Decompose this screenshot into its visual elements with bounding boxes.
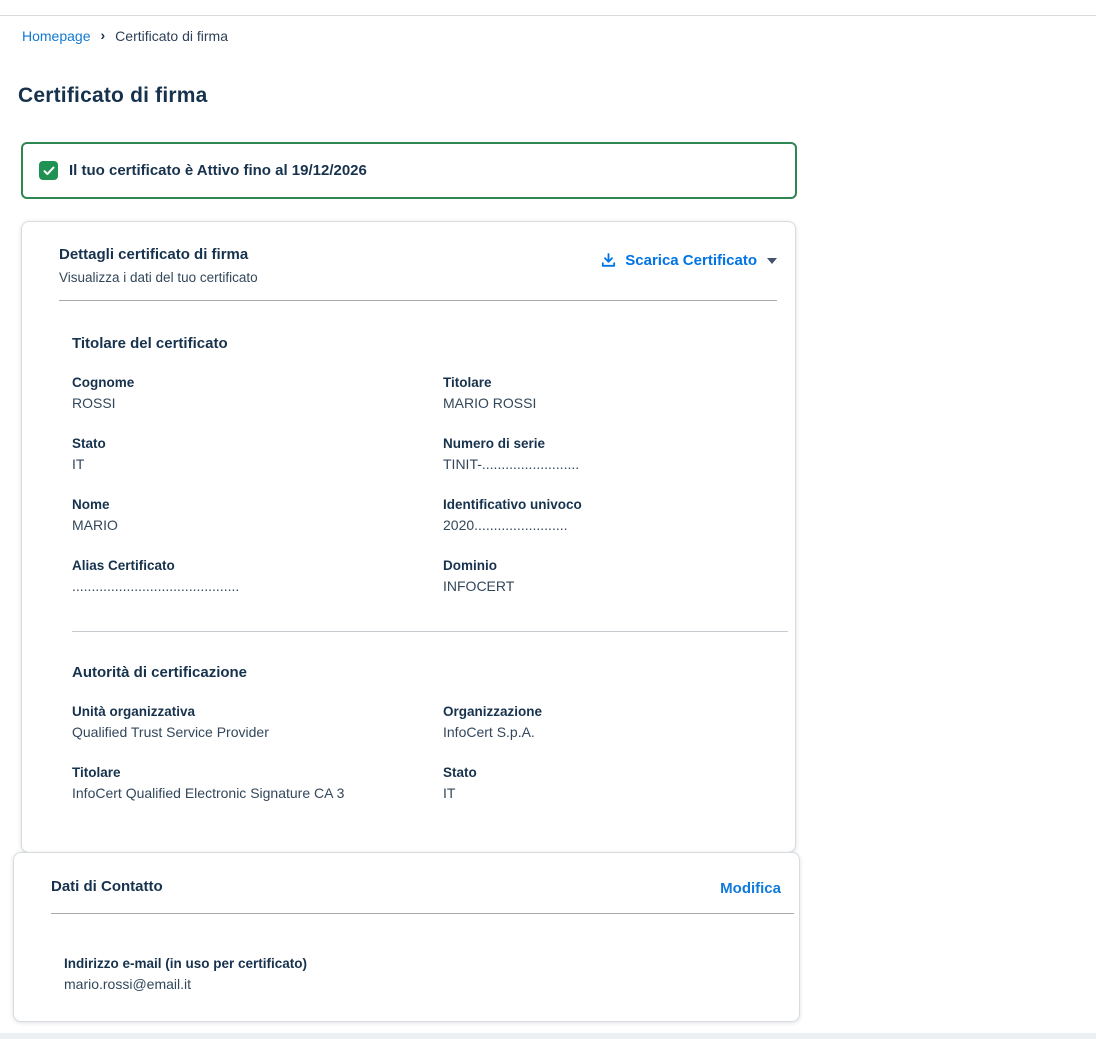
authority-section-title: Autorità di certificazione [72, 664, 787, 682]
field-autorita-titolare: Titolare InfoCert Qualified Electronic S… [72, 765, 443, 802]
authority-fields-grid: Unità organizzativa Qualified Trust Serv… [72, 704, 787, 802]
certificate-status-alert: Il tuo certificato è Attivo fino al 19/1… [21, 142, 797, 199]
chevron-right-icon: › [101, 27, 106, 43]
alert-message: Il tuo certificato è Attivo fino al 19/1… [69, 162, 367, 179]
top-divider [0, 15, 1096, 16]
field-alias-certificato: Alias Certificato ......................… [72, 558, 443, 595]
field-label: Unità organizzativa [72, 704, 443, 720]
field-label: Dominio [443, 558, 787, 574]
field-value: MARIO ROSSI [443, 395, 787, 412]
field-value: 2020........................ [443, 517, 787, 534]
field-value: IT [72, 456, 443, 473]
field-titolare: Titolare MARIO ROSSI [443, 375, 787, 412]
authority-section: Autorità di certificazione Unità organiz… [22, 664, 795, 802]
field-nome: Nome MARIO [72, 497, 443, 534]
field-value: ........................................… [72, 578, 443, 595]
check-icon [39, 161, 58, 180]
certificate-details-card: Dettagli certificato di firma Visualizza… [21, 221, 796, 853]
contact-card-title: Dati di Contatto [51, 878, 163, 896]
field-label: Stato [72, 436, 443, 452]
field-unita-organizzativa: Unità organizzativa Qualified Trust Serv… [72, 704, 443, 741]
page-bottom-band [0, 1033, 1096, 1039]
field-value: IT [443, 785, 787, 802]
field-organizzazione: Organizzazione InfoCert S.p.A. [443, 704, 787, 741]
download-icon [600, 252, 617, 269]
field-value: INFOCERT [443, 578, 787, 595]
field-cognome: Cognome ROSSI [72, 375, 443, 412]
details-card-header: Dettagli certificato di firma Visualizza… [22, 222, 795, 286]
breadcrumb-current: Certificato di firma [115, 28, 228, 44]
email-value: mario.rossi@email.it [64, 976, 799, 993]
contact-card-header: Dati di Contatto Modifica [14, 853, 799, 897]
breadcrumb: Homepage › Certificato di firma [22, 28, 1096, 44]
details-card-heading-group: Dettagli certificato di firma Visualizza… [59, 246, 258, 286]
edit-contact-link[interactable]: Modifica [720, 880, 781, 897]
field-label: Identificativo univoco [443, 497, 787, 513]
field-value: TINIT-......................... [443, 456, 787, 473]
page-title: Certificato di firma [18, 84, 1096, 108]
field-label: Cognome [72, 375, 443, 391]
field-label: Organizzazione [443, 704, 787, 720]
details-header-divider [59, 300, 777, 301]
field-dominio: Dominio INFOCERT [443, 558, 787, 595]
holder-section-title: Titolare del certificato [72, 335, 787, 353]
field-label: Titolare [72, 765, 443, 781]
details-card-subtitle: Visualizza i dati del tuo certificato [59, 270, 258, 286]
field-stato: Stato IT [72, 436, 443, 473]
download-certificate-button[interactable]: Scarica Certificato [600, 252, 777, 269]
field-identificativo-univoco: Identificativo univoco 2020.............… [443, 497, 787, 534]
field-value: MARIO [72, 517, 443, 534]
download-button-label: Scarica Certificato [625, 252, 757, 269]
email-field: Indirizzo e-mail (in uso per certificato… [14, 914, 799, 993]
field-value: ROSSI [72, 395, 443, 412]
breadcrumb-home-link[interactable]: Homepage [22, 28, 91, 44]
field-value: InfoCert Qualified Electronic Signature … [72, 785, 443, 802]
field-numero-di-serie: Numero di serie TINIT-..................… [443, 436, 787, 473]
field-label: Stato [443, 765, 787, 781]
field-label: Numero di serie [443, 436, 787, 452]
contact-data-card: Dati di Contatto Modifica Indirizzo e-ma… [13, 852, 800, 1022]
holder-section: Titolare del certificato Cognome ROSSI T… [22, 335, 795, 595]
email-label: Indirizzo e-mail (in uso per certificato… [64, 956, 799, 972]
details-card-title: Dettagli certificato di firma [59, 246, 258, 264]
section-divider [72, 631, 788, 632]
holder-fields-grid: Cognome ROSSI Titolare MARIO ROSSI Stato… [72, 375, 787, 595]
field-value: Qualified Trust Service Provider [72, 724, 443, 741]
field-label: Alias Certificato [72, 558, 443, 574]
field-autorita-stato: Stato IT [443, 765, 787, 802]
field-value: InfoCert S.p.A. [443, 724, 787, 741]
field-label: Nome [72, 497, 443, 513]
field-label: Titolare [443, 375, 787, 391]
chevron-down-icon [767, 258, 777, 264]
